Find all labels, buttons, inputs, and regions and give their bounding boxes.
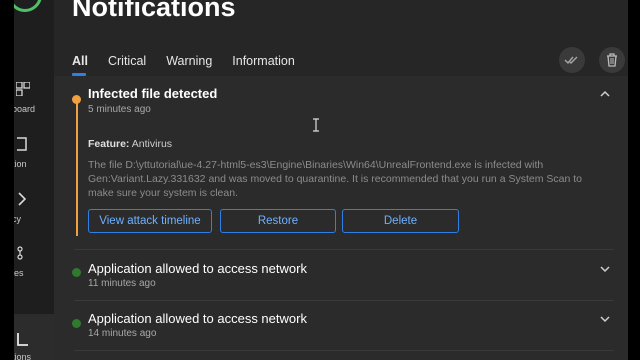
view-attack-timeline-button[interactable]: View attack timeline bbox=[88, 209, 212, 233]
delete-all-button[interactable] bbox=[599, 47, 625, 73]
notifications-icon bbox=[16, 332, 32, 348]
severity-bar bbox=[76, 100, 78, 236]
notification-time: 14 minutes ago bbox=[88, 328, 157, 339]
sidebar-item-label: board bbox=[14, 104, 36, 114]
notification-list: Infected file detected 5 minutes ago Fea… bbox=[54, 76, 628, 360]
notification-title: Infected file detected bbox=[88, 86, 218, 101]
notification-title: Application allowed to access network bbox=[88, 261, 307, 276]
feature-label: Feature: bbox=[88, 138, 130, 150]
severity-dot bbox=[72, 319, 81, 328]
delete-button[interactable]: Delete bbox=[342, 209, 459, 233]
sidebar-item-privacy[interactable]: cy bbox=[14, 192, 54, 240]
sidebar-item-label: tion bbox=[14, 159, 27, 169]
restore-button[interactable]: Restore bbox=[220, 209, 336, 233]
sidebar-item-notifications[interactable]: tions bbox=[14, 314, 54, 360]
severity-dot bbox=[72, 95, 81, 104]
right-black-bar bbox=[628, 0, 640, 360]
sidebar-item-protection[interactable]: tion bbox=[14, 137, 54, 185]
tab-critical[interactable]: Critical bbox=[108, 54, 146, 76]
feature-value: Antivirus bbox=[131, 138, 173, 150]
page-title: Notifications bbox=[72, 0, 236, 22]
main-panel: Notifications All Critical Warning Infor… bbox=[54, 0, 628, 360]
sidebar-item-label: cy bbox=[14, 214, 21, 224]
chevron-down-icon[interactable] bbox=[600, 314, 610, 324]
mark-all-read-button[interactable] bbox=[559, 47, 585, 73]
app-logo bbox=[14, 0, 42, 12]
double-check-icon bbox=[564, 56, 578, 65]
trash-icon bbox=[607, 53, 617, 67]
notification-time: 5 minutes ago bbox=[88, 104, 151, 115]
notification-item[interactable]: Infected file detected 5 minutes ago Fea… bbox=[54, 76, 628, 250]
tab-bar: All Critical Warning Information bbox=[72, 54, 315, 76]
utilities-icon bbox=[16, 246, 32, 262]
chevron-down-icon[interactable] bbox=[600, 264, 610, 274]
text-cursor bbox=[312, 118, 320, 132]
severity-dot bbox=[72, 268, 81, 277]
notification-time: 11 minutes ago bbox=[88, 278, 156, 289]
chevron-up-icon[interactable] bbox=[600, 89, 610, 99]
left-black-bar bbox=[0, 0, 14, 360]
feature-line: Feature: Antivirus bbox=[88, 138, 172, 150]
divider bbox=[74, 249, 614, 250]
divider bbox=[74, 300, 614, 301]
tab-information[interactable]: Information bbox=[232, 54, 295, 76]
sidebar-item-utilities[interactable]: ies bbox=[14, 246, 54, 294]
notification-description: The file D:\yttutorial\ue-4.27-html5-es3… bbox=[88, 159, 582, 199]
tab-all[interactable]: All bbox=[72, 54, 88, 76]
sidebar-item-label: tions bbox=[14, 352, 32, 360]
privacy-icon bbox=[16, 192, 32, 208]
tab-warning[interactable]: Warning bbox=[166, 54, 212, 76]
sidebar: board tion cy ies tions bbox=[14, 0, 54, 360]
protection-icon bbox=[16, 137, 32, 153]
dashboard-icon bbox=[15, 81, 32, 98]
divider bbox=[74, 350, 614, 351]
notification-title: Application allowed to access network bbox=[88, 311, 307, 326]
sidebar-item-dashboard[interactable]: board bbox=[14, 81, 54, 130]
sidebar-item-label: ies bbox=[14, 268, 24, 278]
